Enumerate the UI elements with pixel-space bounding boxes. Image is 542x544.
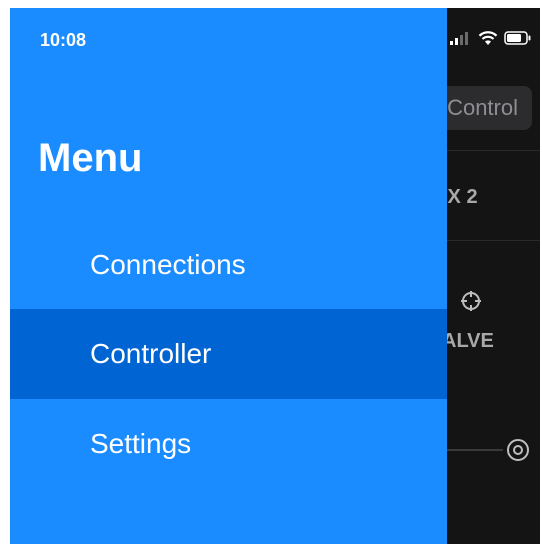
target-icon[interactable] bbox=[506, 438, 530, 462]
menu-title: Menu bbox=[38, 136, 143, 180]
menu-item-controller[interactable]: Controller bbox=[10, 309, 447, 399]
menu-item-label: Controller bbox=[90, 338, 212, 369]
battery-icon bbox=[504, 31, 531, 45]
menu-item-label: Settings bbox=[90, 428, 192, 459]
screen: Control IX 2 ALVE 10:08 Menu Connections… bbox=[10, 8, 540, 544]
valve-label: ALVE bbox=[442, 330, 494, 352]
signal-icon bbox=[450, 32, 468, 45]
side-menu: 10:08 Menu Connections Controller Settin… bbox=[10, 8, 447, 544]
slider-track[interactable] bbox=[447, 449, 503, 451]
status-time: 10:08 bbox=[40, 30, 87, 50]
menu-item-connections[interactable]: Connections bbox=[10, 220, 447, 310]
crosshair-icon[interactable] bbox=[460, 290, 482, 312]
aux-label: IX 2 bbox=[442, 186, 478, 208]
divider bbox=[440, 240, 540, 241]
active-indicator bbox=[0, 309, 10, 399]
menu-item-settings[interactable]: Settings bbox=[10, 399, 447, 489]
status-icons bbox=[450, 30, 532, 46]
wifi-icon bbox=[478, 31, 498, 45]
divider bbox=[440, 150, 540, 151]
menu-item-label: Connections bbox=[90, 249, 246, 280]
